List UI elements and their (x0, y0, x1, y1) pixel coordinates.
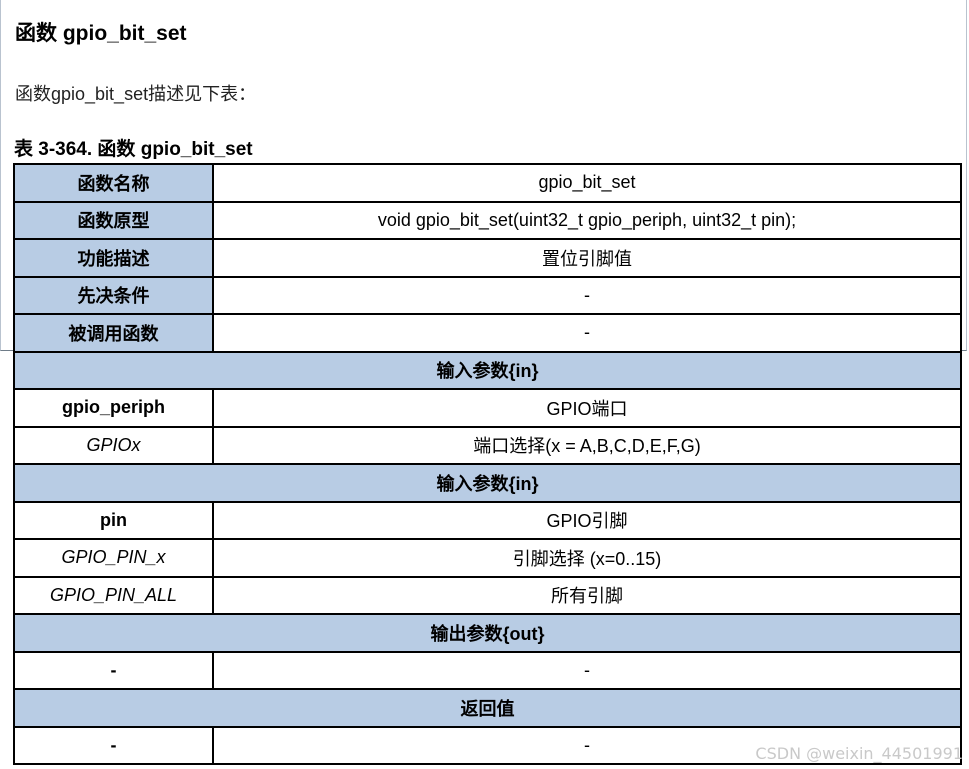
param-desc: 所有引脚 (212, 575, 962, 615)
row-label: 函数原型 (13, 200, 214, 240)
row-label: 被调用函数 (13, 313, 214, 353)
param-name: GPIO_PIN_x (13, 538, 214, 578)
row-label: 函数名称 (13, 163, 214, 203)
param-desc: GPIO引脚 (212, 500, 962, 540)
intro-text: 函数gpio_bit_set描述见下表： (15, 84, 257, 104)
table-row: - - (13, 650, 962, 690)
param-desc: 端口选择(x = A,B,C,D,E,F,G) (212, 425, 962, 465)
table-row: GPIO_PIN_x 引脚选择 (x=0..15) (13, 538, 962, 578)
section-title: 输入参数{in} (13, 463, 962, 503)
param-name: - (13, 725, 214, 765)
section-header-input: 输入参数{in} (13, 463, 962, 503)
section-title: 输出参数{out} (13, 613, 962, 653)
table-row: GPIOx 端口选择(x = A,B,C,D,E,F,G) (13, 425, 962, 465)
table-row: 函数原型 void gpio_bit_set(uint32_t gpio_per… (13, 200, 962, 240)
section-title: 输入参数{in} (13, 350, 962, 390)
param-desc: GPIO端口 (212, 388, 962, 428)
section-header-input: 输入参数{in} (13, 350, 962, 390)
section-title: 返回值 (13, 688, 962, 728)
table-row: GPIO_PIN_ALL 所有引脚 (13, 575, 962, 615)
param-name: gpio_periph (13, 388, 214, 428)
function-spec-table: 函数名称 gpio_bit_set 函数原型 void gpio_bit_set… (13, 163, 962, 765)
table-row: 被调用函数 - (13, 313, 962, 353)
param-name: GPIOx (13, 425, 214, 465)
table-row: 先决条件 - (13, 275, 962, 315)
row-label: 功能描述 (13, 238, 214, 278)
section-header-output: 输出参数{out} (13, 613, 962, 653)
param-name: pin (13, 500, 214, 540)
function-heading: 函数 gpio_bit_set (15, 22, 187, 45)
row-value: - (212, 275, 962, 315)
table-row: pin GPIO引脚 (13, 500, 962, 540)
row-value: 置位引脚值 (212, 238, 962, 278)
param-desc: 引脚选择 (x=0..15) (212, 538, 962, 578)
watermark: CSDN @weixin_44501991 (755, 744, 963, 763)
table-row: 功能描述 置位引脚值 (13, 238, 962, 278)
param-name: - (13, 650, 214, 690)
table-caption: 表 3-364. 函数 gpio_bit_set (14, 139, 253, 160)
row-value: void gpio_bit_set(uint32_t gpio_periph, … (212, 200, 962, 240)
param-name: GPIO_PIN_ALL (13, 575, 214, 615)
row-value: gpio_bit_set (212, 163, 962, 203)
table-row: gpio_periph GPIO端口 (13, 388, 962, 428)
param-desc: - (212, 650, 962, 690)
row-label: 先决条件 (13, 275, 214, 315)
table-row: 函数名称 gpio_bit_set (13, 163, 962, 203)
section-header-return: 返回值 (13, 688, 962, 728)
row-value: - (212, 313, 962, 353)
